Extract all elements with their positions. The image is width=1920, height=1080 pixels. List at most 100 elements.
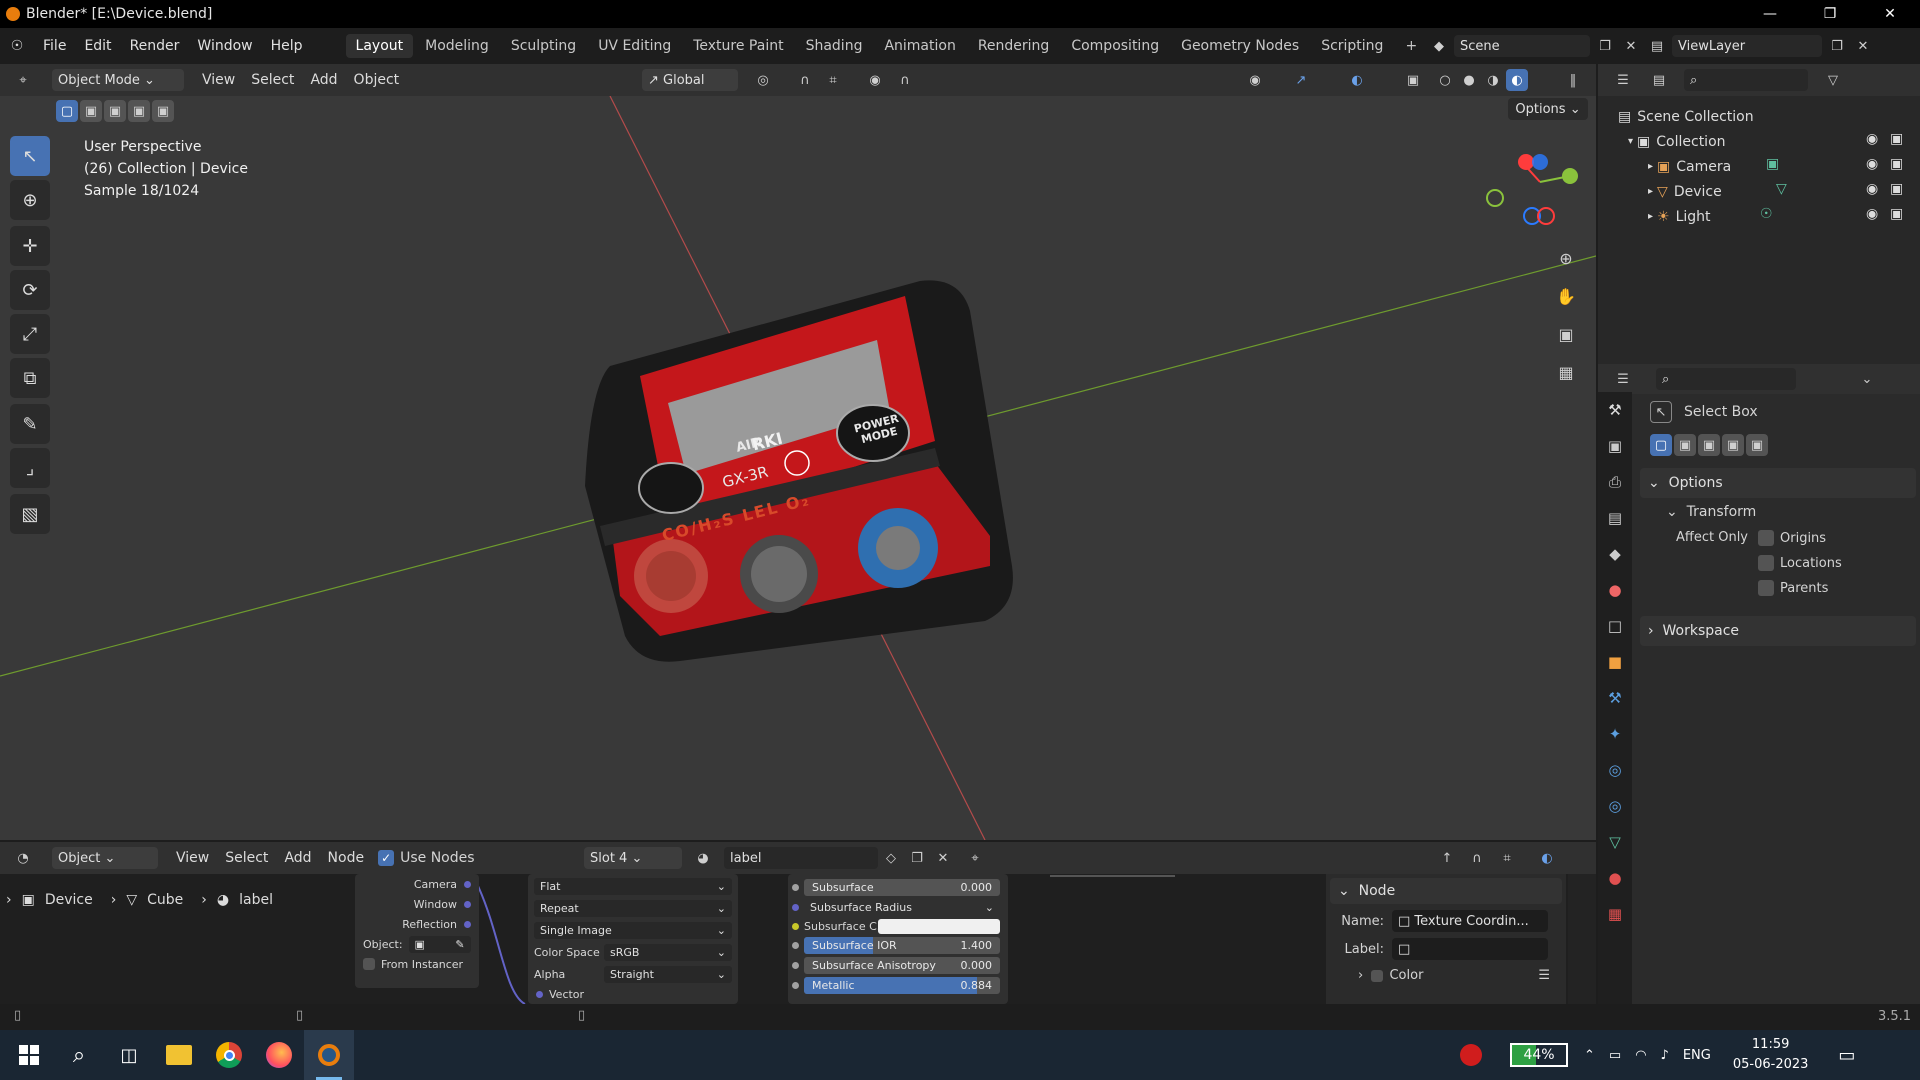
- show-hidden-icons-icon[interactable]: ⌃: [1584, 1048, 1595, 1063]
- add-workspace-button[interactable]: +: [1395, 34, 1427, 58]
- color-space-dropdown[interactable]: sRGB ⌄: [604, 944, 732, 961]
- outliner-search-input[interactable]: ⌕: [1684, 69, 1808, 91]
- input-socket[interactable]: [792, 942, 799, 949]
- task-view-icon[interactable]: ◫: [104, 1030, 154, 1080]
- delete-view-layer-icon[interactable]: ✕: [1852, 35, 1874, 57]
- node-editor[interactable]: › ▣ Device › ▽ Cube › ◕ label Camera Window…: [0, 874, 1596, 1004]
- node-menu-select[interactable]: Select: [217, 850, 276, 866]
- view-layer-field[interactable]: ViewLayer: [1672, 35, 1822, 57]
- node-menu-add[interactable]: Add: [276, 850, 319, 866]
- notifications-icon[interactable]: ▭: [1838, 1045, 1855, 1066]
- source-dropdown[interactable]: Single Image ⌄: [534, 922, 732, 939]
- scale-tool-icon[interactable]: ⤢: [10, 314, 50, 354]
- wifi-icon[interactable]: ◠: [1635, 1048, 1646, 1063]
- camera-data-icon[interactable]: ▣: [1766, 156, 1779, 172]
- viewport-menu-add[interactable]: Add: [302, 72, 345, 88]
- tab-compositing[interactable]: Compositing: [1061, 34, 1169, 58]
- origins-checkbox[interactable]: Origins: [1758, 530, 1826, 546]
- use-nodes-checkbox[interactable]: ✓ Use Nodes: [378, 850, 475, 866]
- node-overlays-icon[interactable]: ◐: [1536, 847, 1558, 869]
- select-box-tool-icon[interactable]: ↖: [10, 136, 50, 176]
- tab-modeling[interactable]: Modeling: [415, 34, 499, 58]
- view-layer-icon[interactable]: ▤: [1646, 35, 1668, 57]
- unlink-material-icon[interactable]: ✕: [932, 847, 954, 869]
- blender-menu-icon[interactable]: ☉: [0, 38, 34, 54]
- image-texture-node[interactable]: Flat ⌄ Repeat ⌄ Single Image ⌄ Color Space s…: [528, 874, 738, 1004]
- outliner-row-camera[interactable]: ▸ ▣ Camera ▣ ◉ ▣: [1598, 154, 1920, 179]
- battery-indicator[interactable]: 44%: [1510, 1043, 1568, 1067]
- scene-tab-icon[interactable]: ◆: [1598, 536, 1632, 572]
- physics-tab-icon[interactable]: ◎: [1598, 752, 1632, 788]
- texture-coordinate-node[interactable]: Camera Window Reflection Object: ▣ ✎ From …: [355, 874, 479, 988]
- language-indicator[interactable]: ENG: [1683, 1048, 1711, 1063]
- input-socket[interactable]: [792, 923, 799, 930]
- outliner-row-light[interactable]: ▸ ☀ Light ☉ ◉ ▣: [1598, 204, 1920, 229]
- hide-eye-icon[interactable]: ◉: [1866, 206, 1878, 222]
- slot-dropdown[interactable]: Slot 4 ⌄: [584, 847, 682, 869]
- overlays-icon[interactable]: ◐: [1346, 69, 1368, 91]
- menu-file[interactable]: File: [34, 38, 75, 54]
- menu-render[interactable]: Render: [121, 38, 189, 54]
- node-editor-type-icon[interactable]: ◔: [12, 847, 34, 869]
- mode-extend-icon[interactable]: ▣: [1674, 434, 1696, 456]
- node-label-field[interactable]: □: [1392, 938, 1548, 960]
- render-camera-icon[interactable]: ▣: [1890, 131, 1903, 147]
- cursor-tool-icon[interactable]: ⊕: [10, 180, 50, 220]
- expand-icon[interactable]: ▸: [1648, 186, 1653, 197]
- projection-dropdown[interactable]: Flat ⌄: [534, 878, 732, 895]
- new-scene-icon[interactable]: ❐: [1594, 35, 1616, 57]
- antivirus-icon[interactable]: [1460, 1044, 1482, 1066]
- 3d-viewport[interactable]: AIR POWER MODE RKI GX-3R CO/H₂S LEL O₂: [0, 96, 1596, 840]
- chrome-icon[interactable]: [204, 1030, 254, 1080]
- extension-dropdown[interactable]: Repeat ⌄: [534, 900, 732, 917]
- viewport-menu-select[interactable]: Select: [243, 72, 302, 88]
- hide-eye-icon[interactable]: ◉: [1866, 156, 1878, 172]
- filter-icon[interactable]: ▽: [1822, 69, 1844, 91]
- menu-edit[interactable]: Edit: [75, 38, 120, 54]
- tab-rendering[interactable]: Rendering: [968, 34, 1060, 58]
- blender-icon[interactable]: [304, 1030, 354, 1080]
- zoom-icon[interactable]: ⊕: [1552, 244, 1580, 272]
- particles-tab-icon[interactable]: ✦: [1598, 716, 1632, 752]
- properties-options-icon[interactable]: ⌄: [1856, 368, 1878, 390]
- restore-icon[interactable]: ❐: [1800, 0, 1860, 28]
- node-snap-icon[interactable]: ∩: [1466, 847, 1488, 869]
- mode-new-icon[interactable]: ▢: [1650, 434, 1672, 456]
- select-intersect-icon[interactable]: ▣: [152, 100, 174, 122]
- properties-search-input[interactable]: ⌕: [1656, 368, 1796, 390]
- select-new-icon[interactable]: ▢: [56, 100, 78, 122]
- tab-sculpting[interactable]: Sculpting: [501, 34, 586, 58]
- input-socket[interactable]: [792, 962, 799, 969]
- node-snap-mode-icon[interactable]: ⌗: [1496, 847, 1518, 869]
- mesh-data-icon[interactable]: ▽: [1776, 181, 1787, 197]
- tab-scripting[interactable]: Scripting: [1311, 34, 1393, 58]
- add-cube-tool-icon[interactable]: ▧: [10, 494, 50, 534]
- scene-icon[interactable]: ◆: [1428, 35, 1450, 57]
- mode-intersect-icon[interactable]: ▣: [1746, 434, 1768, 456]
- new-material-icon[interactable]: ❐: [906, 847, 928, 869]
- scene-field[interactable]: Scene: [1454, 35, 1590, 57]
- tab-uv-editing[interactable]: UV Editing: [588, 34, 681, 58]
- menu-window[interactable]: Window: [188, 38, 261, 54]
- collection-tab-icon[interactable]: □: [1598, 608, 1632, 644]
- bsdf-slider[interactable]: Metallic 0.884: [804, 977, 1000, 994]
- tab-geometry-nodes[interactable]: Geometry Nodes: [1171, 34, 1309, 58]
- render-camera-icon[interactable]: ▣: [1890, 206, 1903, 222]
- bsdf-slider[interactable]: Subsurface 0.000: [804, 879, 1000, 896]
- output-tab-icon[interactable]: ⎙: [1598, 464, 1632, 500]
- bsdf-slider[interactable]: Subsurface Anisotropy 0.000: [804, 957, 1000, 974]
- measure-tool-icon[interactable]: ⌟: [10, 448, 50, 488]
- view-layer-tab-icon[interactable]: ▤: [1598, 500, 1632, 536]
- tab-layout[interactable]: Layout: [345, 34, 414, 58]
- volume-icon[interactable]: ♪: [1661, 1048, 1669, 1063]
- falloff-icon[interactable]: ∩: [894, 69, 916, 91]
- render-camera-icon[interactable]: ▣: [1890, 156, 1903, 172]
- pivot-icon[interactable]: ◎: [752, 69, 774, 91]
- annotate-tool-icon[interactable]: ✎: [10, 404, 50, 444]
- parent-node-tree-icon[interactable]: ↑: [1436, 847, 1458, 869]
- viewport-options-dropdown[interactable]: Options ⌄: [1508, 98, 1588, 120]
- viewport-menu-object[interactable]: Object: [346, 72, 408, 88]
- display-mode-icon[interactable]: ▤: [1648, 69, 1670, 91]
- modifier-tab-icon[interactable]: ⚒: [1598, 680, 1632, 716]
- material-shading-icon[interactable]: ◑: [1482, 69, 1504, 91]
